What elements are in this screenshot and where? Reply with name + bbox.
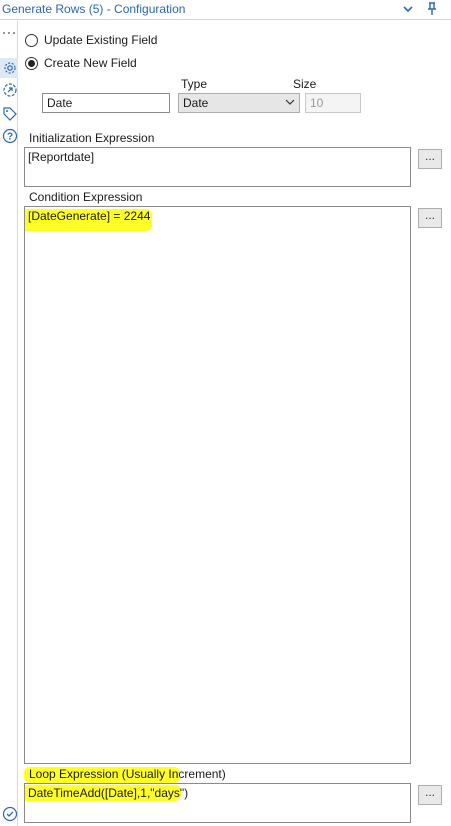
title-bar: Generate Rows (5) - Configuration bbox=[0, 0, 451, 20]
window-title: Generate Rows (5) - Configuration bbox=[2, 2, 186, 16]
field-size-input[interactable]: 10 bbox=[305, 93, 361, 113]
update-existing-label: Update Existing Field bbox=[44, 33, 158, 47]
field-type-value: Date bbox=[183, 96, 209, 110]
condition-expression-text: [DateGenerate] = 2244 bbox=[28, 209, 151, 223]
chevron-down-icon[interactable] bbox=[401, 2, 415, 16]
create-new-field-option[interactable]: Create New Field bbox=[25, 55, 137, 71]
create-new-label: Create New Field bbox=[44, 56, 137, 70]
more-icon[interactable] bbox=[2, 24, 16, 34]
initialization-expression-label: Initialization Expression bbox=[29, 131, 155, 145]
loop-expression-input[interactable]: DateTimeAdd([Date],1,"days") bbox=[24, 783, 411, 823]
tag-icon[interactable] bbox=[2, 106, 18, 122]
condition-expression-button[interactable]: ... bbox=[418, 208, 442, 228]
chevron-down-icon bbox=[285, 99, 295, 105]
loop-expression-label: Loop Expression (Usually Increment) bbox=[29, 767, 226, 781]
type-header: Type bbox=[181, 77, 208, 91]
create-new-radio[interactable] bbox=[25, 56, 38, 70]
gear-icon[interactable] bbox=[2, 60, 18, 76]
field-type-select[interactable]: Date bbox=[178, 93, 300, 113]
initialization-expression-button[interactable]: ... bbox=[418, 149, 442, 169]
update-existing-field-option[interactable]: Update Existing Field bbox=[25, 32, 157, 48]
size-header: Size bbox=[293, 77, 317, 91]
condition-expression-input[interactable]: [DateGenerate] = 2244 bbox=[24, 206, 411, 764]
initialization-expression-text: [Reportdate] bbox=[28, 150, 95, 164]
pin-icon[interactable] bbox=[425, 2, 439, 16]
initialization-expression-input[interactable]: [Reportdate] bbox=[24, 147, 411, 187]
svg-text:?: ? bbox=[7, 132, 13, 143]
loop-expression-text: DateTimeAdd([Date],1,"days") bbox=[28, 786, 189, 800]
help-icon[interactable]: ? bbox=[2, 128, 18, 144]
field-name-input[interactable]: Date bbox=[42, 93, 170, 113]
update-existing-radio[interactable] bbox=[25, 33, 38, 47]
refresh-arrow-icon[interactable] bbox=[2, 82, 18, 98]
sidebar: ? bbox=[0, 21, 18, 826]
check-circle-icon[interactable] bbox=[2, 806, 18, 822]
condition-expression-label: Condition Expression bbox=[29, 190, 143, 204]
loop-expression-button[interactable]: ... bbox=[418, 785, 442, 805]
